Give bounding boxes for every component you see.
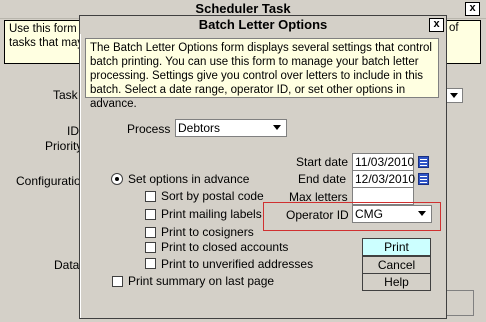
start-date-calendar-icon[interactable] xyxy=(418,156,429,168)
priority-label: Priority xyxy=(45,139,83,153)
print-to-closed-accounts-checkbox[interactable] xyxy=(145,242,156,253)
cancel-button[interactable]: Cancel xyxy=(362,256,431,274)
print-summary-label: Print summary on last page xyxy=(128,274,275,288)
operator-id-select[interactable]: CMG xyxy=(352,205,432,223)
process-dropdown-button[interactable] xyxy=(271,122,284,134)
print-to-closed-accounts-label: Print to closed accounts xyxy=(161,240,289,254)
parent-description-right: of xyxy=(449,22,459,34)
print-to-cosigners-label: Print to cosigners xyxy=(161,225,254,239)
start-date-input[interactable]: 11/03/2010 xyxy=(352,153,414,171)
chevron-down-icon xyxy=(450,93,458,98)
process-select[interactable]: Debtors xyxy=(175,119,287,137)
parent-description: Use this form to tasks that may xyxy=(9,22,81,50)
help-button[interactable]: Help xyxy=(362,273,431,291)
parent-close-icon[interactable]: x xyxy=(465,2,480,16)
print-summary-checkbox[interactable] xyxy=(112,276,123,287)
end-date-label: End date xyxy=(298,172,347,186)
print-mailing-labels-label: Print mailing labels xyxy=(161,207,262,221)
cancel-button-label: Cancel xyxy=(377,258,416,272)
chevron-down-icon xyxy=(418,211,426,216)
dialog-description: The Batch Letter Options form displays s… xyxy=(85,38,439,110)
configuration-label: Configuration xyxy=(16,174,88,188)
operator-id-label: Operator ID xyxy=(286,208,349,222)
set-options-label: Set options in advance xyxy=(128,172,250,186)
data-label: Data xyxy=(54,258,80,272)
parent-description-line-1: Use this form to xyxy=(9,23,81,35)
parent-description-line-2: tasks that may xyxy=(9,37,81,49)
print-button[interactable]: Print xyxy=(362,238,431,256)
process-label: Process xyxy=(127,122,171,136)
chevron-down-icon xyxy=(273,125,281,130)
operator-id-value: CMG xyxy=(355,207,383,221)
print-mailing-labels-checkbox[interactable] xyxy=(145,209,156,220)
task-label: Task xyxy=(53,88,78,102)
operator-id-dropdown-button[interactable] xyxy=(416,208,429,220)
sort-by-postal-code-label: Sort by postal code xyxy=(161,189,264,203)
set-options-radio[interactable] xyxy=(111,173,123,185)
dialog-close-icon[interactable]: x xyxy=(429,18,444,32)
print-to-unverified-addresses-label: Print to unverified addresses xyxy=(161,257,314,271)
help-button-label: Help xyxy=(384,275,409,289)
print-to-cosigners-checkbox[interactable] xyxy=(145,227,156,238)
id-label: ID xyxy=(67,124,79,138)
process-value: Debtors xyxy=(178,121,221,135)
parent-task-dropdown-button[interactable] xyxy=(446,88,463,103)
dialog-title: Batch Letter Options xyxy=(80,16,446,34)
print-button-label: Print xyxy=(384,240,409,254)
end-date-input[interactable]: 12/03/2010 xyxy=(352,170,415,188)
print-to-unverified-addresses-checkbox[interactable] xyxy=(145,258,156,269)
start-date-label: Start date xyxy=(296,155,349,169)
sort-by-postal-code-checkbox[interactable] xyxy=(145,191,156,202)
radio-selected-dot xyxy=(115,177,119,181)
end-date-calendar-icon[interactable] xyxy=(418,173,429,185)
